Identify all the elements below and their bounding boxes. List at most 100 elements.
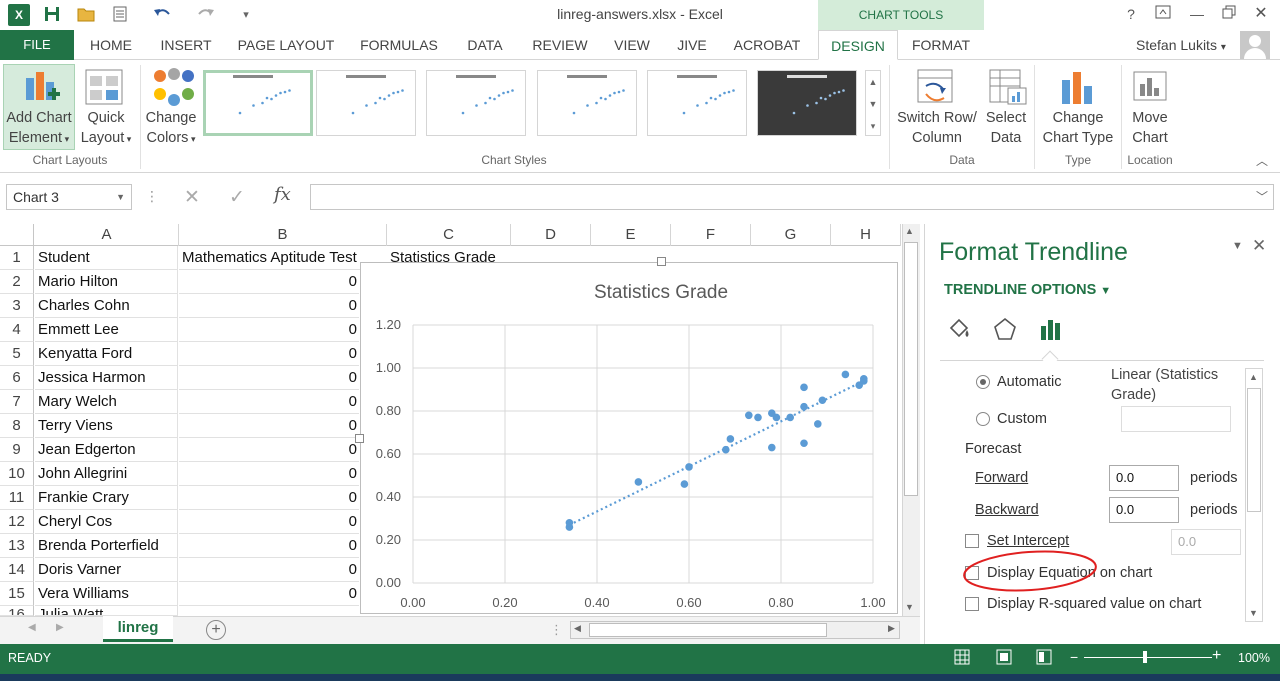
horizontal-scroll-thumb[interactable] [589, 623, 827, 637]
table-cell[interactable]: 0 [179, 462, 359, 486]
enter-formula-icon[interactable]: ✓ [229, 186, 245, 209]
tab-data[interactable]: DATA [456, 30, 514, 60]
tab-page-layout[interactable]: PAGE LAYOUT [230, 30, 342, 60]
zoom-level[interactable]: 100% [1238, 651, 1270, 665]
backward-input[interactable]: 0.0 [1109, 497, 1179, 523]
table-cell[interactable]: 0 [179, 270, 359, 294]
select-all-corner[interactable] [0, 224, 34, 246]
change-colors-line2[interactable]: Colors [147, 130, 189, 146]
user-dropdown-icon[interactable]: ▾ [1221, 42, 1226, 53]
table-cell[interactable]: 0 [179, 534, 359, 558]
table-cell[interactable]: Mathematics Aptitude Test [179, 246, 387, 270]
switch-row-column-icon[interactable] [916, 68, 956, 109]
switch-row-column-button[interactable]: Switch Row/Column [892, 108, 982, 148]
cancel-formula-icon[interactable]: ✕ [184, 186, 200, 209]
scroll-down-icon[interactable]: ▼ [905, 602, 914, 612]
chart-styles-up-icon[interactable]: ▲ [866, 71, 880, 93]
chart-resize-handle[interactable] [355, 434, 364, 443]
custom-name-input[interactable] [1121, 406, 1231, 432]
tab-view[interactable]: VIEW [604, 30, 660, 60]
pane-scroll-down-icon[interactable]: ▼ [1249, 608, 1258, 618]
insert-function-icon[interactable]: fx [274, 184, 291, 205]
trendline-options-label[interactable]: TRENDLINE OPTIONS [944, 282, 1096, 298]
chart-resize-handle[interactable] [657, 257, 666, 266]
table-cell[interactable]: 0 [179, 342, 359, 366]
table-cell[interactable]: Cheryl Cos [35, 510, 178, 534]
table-cell[interactable]: Jean Edgerton [35, 438, 178, 462]
chevron-down-icon[interactable]: ▼ [1100, 285, 1111, 297]
table-cell[interactable]: Vera Williams [35, 582, 178, 606]
sheet-tab-linreg[interactable]: linreg [103, 616, 173, 642]
table-cell[interactable]: 0 [179, 510, 359, 534]
table-cell[interactable]: John Allegrini [35, 462, 178, 486]
chart-styles-scroll[interactable]: ▲ ▼ ▾ [865, 70, 881, 136]
quick-layout-line1[interactable]: Quick [87, 110, 124, 126]
table-cell[interactable]: Kenyatta Ford [35, 342, 178, 366]
table-cell[interactable]: Julia Watt [35, 606, 178, 616]
chart-styles-more-icon[interactable]: ▾ [866, 115, 880, 137]
table-cell[interactable]: 0 [179, 414, 359, 438]
row-header[interactable]: 9 [0, 438, 34, 462]
table-cell[interactable]: 0 [179, 486, 359, 510]
move-chart-button[interactable]: Move Chart [1122, 108, 1178, 148]
sheet-prev-icon[interactable]: ◀ [28, 622, 36, 633]
chart-area[interactable]: Statistics Grade 0.00 0.20 0.40 0.60 0.80 1.00… [360, 262, 898, 614]
table-cell[interactable]: 0 [179, 390, 359, 414]
table-cell[interactable]: Brenda Porterfield [35, 534, 178, 558]
row-header[interactable]: 16 [0, 606, 34, 616]
row-header[interactable]: 5 [0, 342, 34, 366]
display-r-squared-label[interactable]: Display R-squared value on chart [987, 596, 1201, 612]
move-chart-line1[interactable]: Move [1132, 110, 1167, 126]
select-data-icon[interactable] [988, 68, 1028, 109]
table-cell[interactable]: Mary Welch [35, 390, 178, 414]
effects-icon[interactable] [992, 316, 1018, 345]
formula-input[interactable] [310, 184, 1274, 210]
automatic-label[interactable]: Automatic [997, 374, 1061, 390]
help-icon[interactable]: ? [1118, 4, 1144, 24]
table-cell[interactable]: 0 [179, 366, 359, 390]
scroll-right-icon[interactable]: ▶ [888, 623, 895, 634]
page-layout-view-icon[interactable] [996, 649, 1012, 668]
row-header[interactable]: 13 [0, 534, 34, 558]
tab-jive[interactable]: JIVE [668, 30, 716, 60]
row-header[interactable]: 10 [0, 462, 34, 486]
table-cell[interactable]: Jessica Harmon [35, 366, 178, 390]
tab-design[interactable]: DESIGN [818, 30, 898, 60]
column-header-b[interactable]: B [179, 224, 387, 246]
pane-scroll-thumb[interactable] [1247, 388, 1261, 512]
add-chart-element-label[interactable]: Add Chart Element ▾ [3, 108, 75, 149]
column-header-d[interactable]: D [511, 224, 591, 246]
zoom-slider[interactable] [1084, 657, 1212, 658]
select-data-line2[interactable]: Data [991, 130, 1022, 146]
column-header-h[interactable]: H [831, 224, 901, 246]
collapse-ribbon-icon[interactable]: ︿ [1256, 152, 1268, 169]
intercept-input[interactable]: 0.0 [1171, 529, 1241, 555]
change-chart-type-button[interactable]: Change Chart Type [1036, 108, 1120, 148]
table-cell[interactable]: Frankie Crary [35, 486, 178, 510]
automatic-radio[interactable] [976, 375, 990, 389]
table-cell[interactable]: 0 [179, 558, 359, 582]
forward-input[interactable]: 0.0 [1109, 465, 1179, 491]
scroll-up-icon[interactable]: ▲ [905, 226, 914, 236]
new-sheet-icon[interactable]: + [206, 620, 226, 640]
table-cell[interactable]: 0 [179, 438, 359, 462]
table-cell[interactable]: Doris Varner [35, 558, 178, 582]
switch-row-column-line2[interactable]: Column [912, 130, 962, 146]
change-colors-button[interactable]: Change Colors ▾ [140, 108, 202, 149]
minimize-icon[interactable]: — [1184, 4, 1210, 24]
row-header[interactable]: 14 [0, 558, 34, 582]
column-header-a[interactable]: A [35, 224, 179, 246]
add-chart-element-line1[interactable]: Add Chart [6, 110, 71, 126]
column-header-e[interactable]: E [591, 224, 671, 246]
tab-acrobat[interactable]: ACROBAT [724, 30, 810, 60]
scatter-chart[interactable]: Statistics Grade 0.00 0.20 0.40 0.60 0.80 1.00… [361, 263, 899, 615]
name-box-dropdown-icon[interactable]: ▼ [116, 185, 125, 209]
page-break-view-icon[interactable] [1036, 649, 1052, 668]
zoom-out-icon[interactable]: − [1070, 649, 1078, 665]
tab-review[interactable]: REVIEW [524, 30, 596, 60]
row-header[interactable]: 12 [0, 510, 34, 534]
select-data-button[interactable]: Select Data [980, 108, 1032, 148]
close-pane-icon[interactable]: ✕ [1252, 236, 1266, 256]
user-name-label[interactable]: Stefan Lukits [1136, 37, 1217, 53]
change-chart-type-line1[interactable]: Change [1053, 110, 1104, 126]
